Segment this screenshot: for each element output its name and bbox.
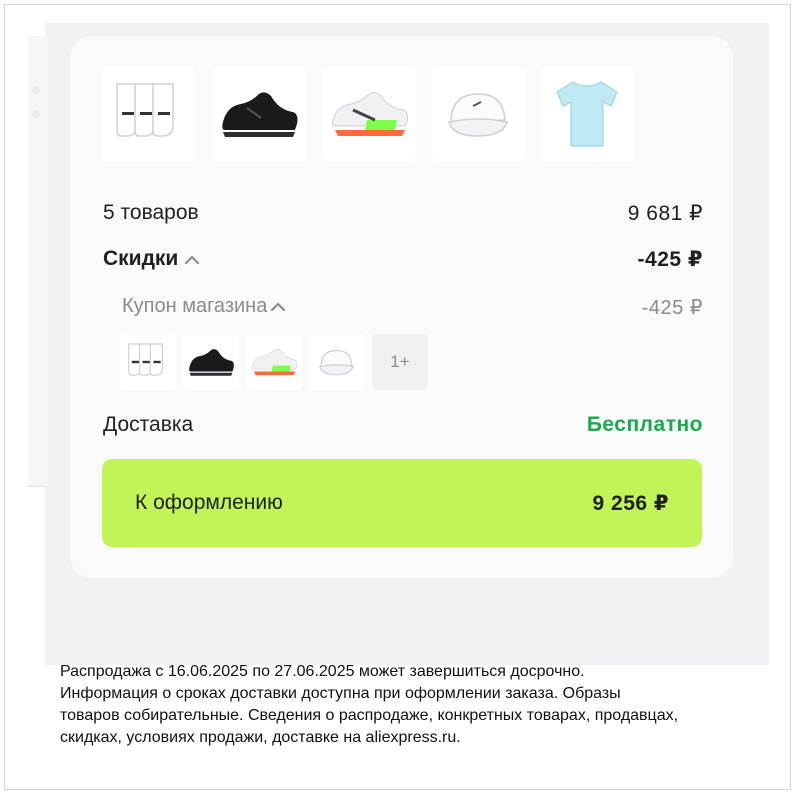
disclaimer-text: Распродажа с 16.06.2025 по 27.06.2025 мо…: [60, 661, 780, 749]
coupon-value: -425 ₽: [641, 297, 703, 319]
coupon-thumb-white-shoe[interactable]: [246, 334, 302, 390]
items-total-value: 9 681 ₽: [627, 202, 703, 225]
checkout-total: 9 256 ₽: [592, 492, 669, 515]
coupon-thumb-black-sneaker[interactable]: [183, 334, 239, 390]
running-shoe-icon: [251, 348, 298, 376]
socks-icon: [116, 83, 174, 137]
product-thumb-black-sneaker[interactable]: [212, 67, 306, 161]
tshirt-icon: [556, 81, 618, 147]
cap-icon: [448, 93, 508, 137]
chevron-up-icon: [270, 295, 286, 318]
coupon-thumb-socks[interactable]: [120, 334, 176, 390]
product-thumb-socks[interactable]: [102, 67, 196, 161]
checkout-button[interactable]: К оформлению 9 256 ₽: [102, 459, 702, 547]
delivery-value: Бесплатно: [586, 413, 703, 436]
dot-marker: [32, 86, 40, 94]
disclaimer-line: Информация о сроках доставки доступна пр…: [60, 685, 621, 702]
dot-marker: [32, 110, 40, 118]
order-summary-card: 5 товаров 9 681 ₽ Скидки -425 ₽ Купон ма…: [70, 36, 733, 578]
product-thumb-cap[interactable]: [432, 67, 526, 161]
coupon-more-items[interactable]: 1+: [372, 334, 428, 390]
coupon-toggle[interactable]: Купон магазина: [122, 295, 286, 318]
discounts-value: -425 ₽: [637, 248, 703, 271]
running-shoe-icon: [331, 91, 408, 136]
disclaimer-line: Распродажа с 16.06.2025 по 27.06.2025 мо…: [60, 663, 585, 680]
checkout-label: К оформлению: [135, 491, 283, 514]
discounts-toggle[interactable]: Скидки: [103, 247, 200, 271]
disclaimer-line: скидках, условиях продажи, доставке на a…: [60, 729, 461, 746]
product-thumb-tshirt[interactable]: [540, 67, 634, 161]
items-count-label: 5 товаров: [103, 201, 199, 224]
socks-icon: [128, 343, 163, 376]
sneaker-icon: [222, 92, 298, 137]
disclaimer-line: товаров собирательные. Сведения о распро…: [60, 707, 679, 724]
coupon-thumb-cap[interactable]: [309, 334, 365, 390]
left-panel-edge: [28, 36, 48, 487]
delivery-label: Доставка: [103, 413, 194, 436]
product-thumb-white-shoe[interactable]: [322, 67, 416, 161]
discounts-label: Скидки: [103, 247, 179, 270]
chevron-up-icon: [184, 247, 200, 271]
sneaker-icon: [189, 349, 234, 376]
cap-icon: [319, 349, 354, 376]
coupon-label: Купон магазина: [122, 295, 268, 317]
